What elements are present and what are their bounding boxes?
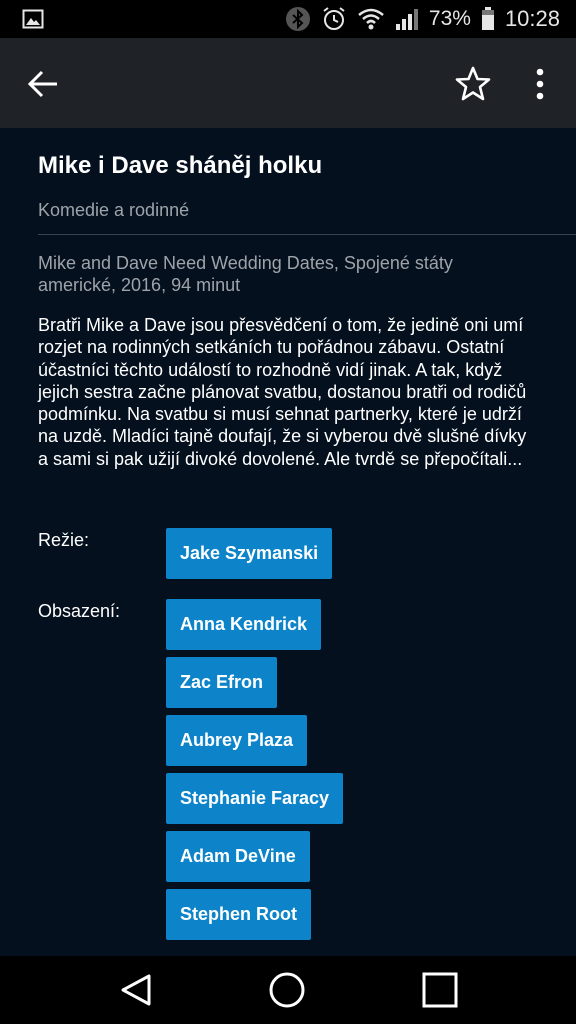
signal-icon <box>395 9 418 30</box>
movie-description: Bratři Mike a Dave jsou přesvědčení o to… <box>38 315 527 469</box>
director-chip[interactable]: Jake Szymanski <box>166 528 333 579</box>
movie-title: Mike i Dave sháněj holku <box>38 152 323 179</box>
system-nav-bar <box>0 956 576 1024</box>
battery-icon <box>481 7 494 30</box>
cast-chip[interactable]: Adam DeVine <box>166 831 310 882</box>
status-bar: 73% 10:28 <box>0 0 576 38</box>
director-label: Režie: <box>38 530 90 550</box>
cast-chip[interactable]: Stephanie Faracy <box>166 773 344 824</box>
nav-recents-icon[interactable] <box>422 972 458 1008</box>
alarm-icon <box>323 7 345 30</box>
cast-chip[interactable]: Zac Efron <box>166 657 278 708</box>
app-bar <box>0 38 576 128</box>
image-icon <box>22 9 44 29</box>
cast-label: Obsazení: <box>38 601 121 621</box>
movie-detail: Mike i Dave sháněj holku Komedie a rodin… <box>0 128 576 956</box>
battery-percent: 73% <box>428 7 471 30</box>
cast-chip[interactable]: Anna Kendrick <box>166 599 322 650</box>
cast-chip[interactable]: Stephen Root <box>166 889 311 940</box>
nav-back-icon[interactable] <box>118 972 154 1008</box>
cast-chip[interactable]: Aubrey Plaza <box>166 715 308 766</box>
clock: 10:28 <box>504 6 560 31</box>
more-vert-icon[interactable] <box>526 66 554 102</box>
movie-genres: Komedie a rodinné <box>38 200 190 220</box>
back-arrow-icon[interactable] <box>26 66 62 102</box>
bluetooth-icon <box>285 7 310 31</box>
movie-meta: Mike and Dave Need Wedding Dates, Spojen… <box>38 253 453 295</box>
nav-home-icon[interactable] <box>268 971 306 1009</box>
divider <box>38 234 576 235</box>
wifi-icon <box>358 8 384 30</box>
star-icon[interactable] <box>454 65 492 103</box>
